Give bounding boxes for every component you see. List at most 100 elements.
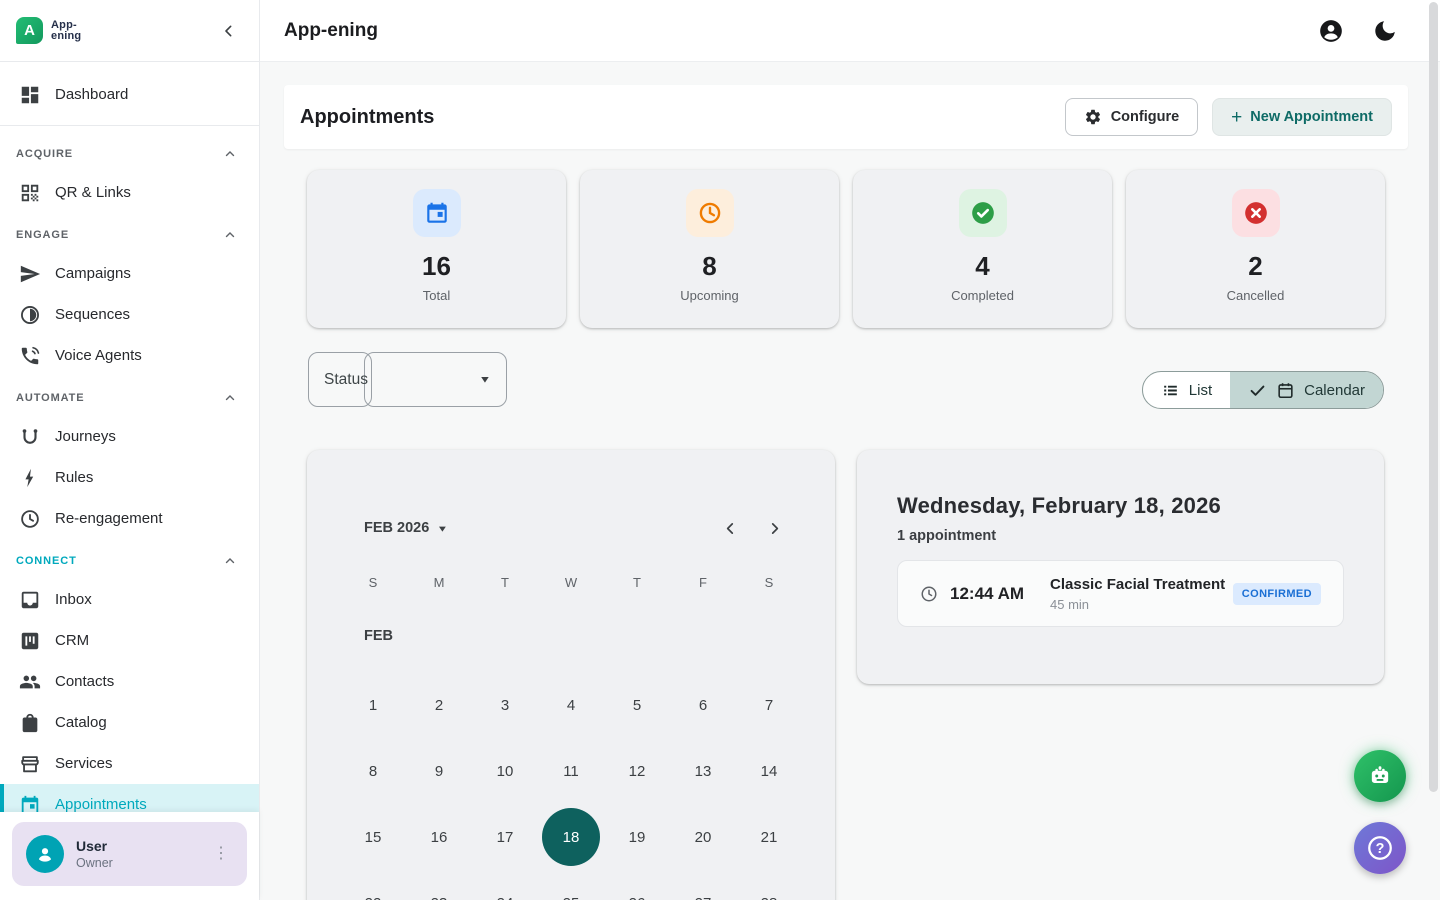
calendar-day[interactable]: 20 <box>670 804 736 870</box>
weekday-label: S <box>340 566 406 598</box>
svg-text:?: ? <box>1376 841 1385 857</box>
stats-row: 16 Total 8 Upcoming 4 Completed 2 Cancel… <box>307 170 1385 328</box>
calendar-day[interactable]: 21 <box>736 804 802 870</box>
sidebar-item-label: Sequences <box>55 306 130 323</box>
calendar-grid: 1234567891011121314151617181920212223242… <box>340 672 802 900</box>
sidebar-item-appointments[interactable]: Appointments <box>0 784 259 812</box>
calendar-day-selected[interactable]: 18 <box>538 804 604 870</box>
account-icon[interactable] <box>1318 18 1344 44</box>
configure-button[interactable]: Configure <box>1065 98 1198 136</box>
sidebar-item-dashboard[interactable]: Dashboard <box>0 74 259 115</box>
user-menu-dots-icon[interactable]: ⋮ <box>209 843 233 865</box>
sidebar-logo-row: A App- ening <box>0 0 259 62</box>
inbox-icon <box>19 589 41 611</box>
caret-down-icon: ▼ <box>437 523 449 533</box>
calendar-day[interactable]: 7 <box>736 672 802 738</box>
stat-value: 16 <box>422 251 451 282</box>
calendar-day[interactable]: 17 <box>472 804 538 870</box>
calendar-day[interactable]: 16 <box>406 804 472 870</box>
sidebar-item-sequences[interactable]: Sequences <box>0 294 259 335</box>
section-automate[interactable]: AUTOMATE <box>0 380 259 416</box>
gear-icon <box>1084 108 1102 126</box>
stat-value: 4 <box>975 251 989 282</box>
sidebar-item-contacts[interactable]: Contacts <box>0 661 259 702</box>
view-toggle: List Calendar <box>1142 371 1384 409</box>
phone-waves-icon <box>19 345 41 367</box>
calendar-day[interactable]: 22 <box>340 870 406 900</box>
calendar-prev-button[interactable] <box>712 510 748 546</box>
sidebar-item-campaigns[interactable]: Campaigns <box>0 253 259 294</box>
new-appointment-label: New Appointment <box>1250 109 1373 125</box>
dark-mode-moon-icon[interactable] <box>1372 18 1398 44</box>
user-card[interactable]: User Owner ⋮ <box>12 822 247 886</box>
sidebar-item-label: Appointments <box>55 796 147 812</box>
kanban-icon <box>19 630 41 652</box>
sidebar-item-rules[interactable]: Rules <box>0 457 259 498</box>
sidebar-item-label: Campaigns <box>55 265 131 282</box>
calendar-day[interactable]: 23 <box>406 870 472 900</box>
calendar-day[interactable]: 5 <box>604 672 670 738</box>
section-connect[interactable]: CONNECT <box>0 543 259 579</box>
stat-card-upcoming: 8 Upcoming <box>580 170 839 328</box>
calendar-day[interactable]: 19 <box>604 804 670 870</box>
calendar-day[interactable]: 6 <box>670 672 736 738</box>
calendar-day[interactable]: 10 <box>472 738 538 804</box>
month-inline-label: FEB <box>364 628 393 644</box>
sidebar-divider <box>0 125 259 126</box>
calendar-day[interactable]: 14 <box>736 738 802 804</box>
sidebar-item-catalog[interactable]: Catalog <box>0 702 259 743</box>
sidebar-item-voice-agents[interactable]: Voice Agents <box>0 335 259 376</box>
section-label: ACQUIRE <box>16 148 73 160</box>
calendar-next-button[interactable] <box>756 510 792 546</box>
chevron-up-icon <box>223 554 237 568</box>
page-title: Appointments <box>300 106 434 129</box>
calendar-icon <box>413 189 461 237</box>
dashboard-icon <box>19 84 41 106</box>
sidebar-item-qr-links[interactable]: QR & Links <box>0 172 259 213</box>
topbar: App-ening <box>260 0 1440 62</box>
calendar-day[interactable]: 28 <box>736 870 802 900</box>
calendar-day[interactable]: 12 <box>604 738 670 804</box>
app-logo-text: App- ening <box>51 20 81 42</box>
scrollbar-thumb[interactable] <box>1429 2 1438 792</box>
qr-code-icon <box>19 182 41 204</box>
calendar-day[interactable]: 27 <box>670 870 736 900</box>
calendar-day[interactable]: 15 <box>340 804 406 870</box>
calendar-day[interactable]: 26 <box>604 870 670 900</box>
calendar-day[interactable]: 2 <box>406 672 472 738</box>
month-select[interactable]: FEB 2026 ▼ <box>364 520 449 536</box>
status-select[interactable]: Status ▼ <box>308 352 507 407</box>
help-fab-button[interactable]: ? <box>1354 822 1406 874</box>
section-acquire[interactable]: ACQUIRE <box>0 136 259 172</box>
calendar-day[interactable]: 11 <box>538 738 604 804</box>
calendar-day[interactable]: 8 <box>340 738 406 804</box>
calendar-header: FEB 2026 ▼ <box>307 510 792 546</box>
calendar-day[interactable]: 1 <box>340 672 406 738</box>
section-label: ENGAGE <box>16 229 69 241</box>
chatbot-fab-button[interactable] <box>1354 750 1406 802</box>
toggle-calendar-option[interactable]: Calendar <box>1230 372 1383 408</box>
sidebar-item-journeys[interactable]: Journeys <box>0 416 259 457</box>
section-engage[interactable]: ENGAGE <box>0 217 259 253</box>
sidebar: A App- ening Dashboard ACQUIRE QR & Link… <box>0 0 260 900</box>
calendar-day[interactable]: 9 <box>406 738 472 804</box>
app-logo-text-line2: ening <box>51 31 81 42</box>
check-circle-icon <box>959 189 1007 237</box>
toggle-list-option[interactable]: List <box>1143 372 1230 408</box>
sidebar-item-crm[interactable]: CRM <box>0 620 259 661</box>
sidebar-item-inbox[interactable]: Inbox <box>0 579 259 620</box>
route-icon <box>19 426 41 448</box>
calendar-day[interactable]: 13 <box>670 738 736 804</box>
sidebar-item-label: QR & Links <box>55 184 131 201</box>
sidebar-item-services[interactable]: Services <box>0 743 259 784</box>
calendar-day[interactable]: 3 <box>472 672 538 738</box>
calendar-day[interactable]: 24 <box>472 870 538 900</box>
calendar-day[interactable]: 4 <box>538 672 604 738</box>
sidebar-collapse-icon[interactable] <box>221 23 237 39</box>
sidebar-item-reengagement[interactable]: Re-engagement <box>0 498 259 539</box>
new-appointment-button[interactable]: + New Appointment <box>1212 98 1392 136</box>
toggle-calendar-label: Calendar <box>1304 382 1365 399</box>
storefront-icon <box>19 753 41 775</box>
appointment-row[interactable]: 12:44 AM Classic Facial Treatment 45 min… <box>897 560 1344 627</box>
calendar-day[interactable]: 25 <box>538 870 604 900</box>
